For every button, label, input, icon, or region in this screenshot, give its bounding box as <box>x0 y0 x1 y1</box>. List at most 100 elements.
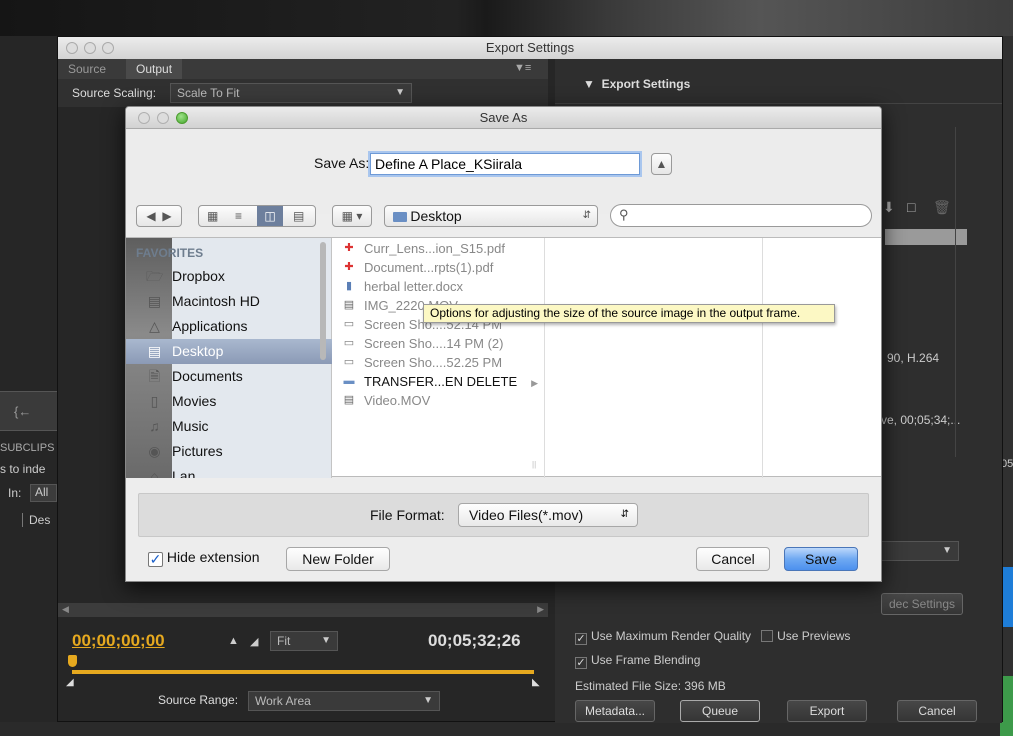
panel-menu-icon[interactable]: ▼≡ <box>514 62 531 74</box>
sidebar-scrollbar[interactable] <box>320 242 326 360</box>
frame-blending-option[interactable]: ✓ Use Frame Blending <box>575 653 700 669</box>
search-icon: ⚲ <box>619 207 629 222</box>
new-folder-button[interactable]: New Folder <box>286 547 390 571</box>
zoom-icon[interactable] <box>102 42 114 54</box>
filename-input[interactable]: Define A Place_KSiirala <box>370 153 640 175</box>
source-range-value: Work Area <box>255 694 311 708</box>
scroll-right-icon[interactable]: ▶ <box>537 604 544 615</box>
arrange-menu-button[interactable]: ▦ ▾ <box>332 205 372 227</box>
hide-extension-label: Hide extension <box>166 549 260 565</box>
cancel-button[interactable]: Cancel <box>696 547 770 571</box>
file-item[interactable]: ✚ Curr_Lens...ion_S15.pdf <box>342 240 505 257</box>
file-item[interactable]: ▭ Screen Sho....14 PM (2) <box>342 335 504 352</box>
file-name: Screen Sho....52.25 PM <box>364 355 503 370</box>
desktop-folder-icon <box>393 212 407 222</box>
work-area-bar[interactable] <box>72 670 534 674</box>
location-dropdown[interactable]: Desktop ⇵ <box>384 205 598 227</box>
folder-icon: ▬ <box>343 375 355 387</box>
set-out-point-icon[interactable]: ◢ <box>250 635 258 648</box>
sidebar-item-dropbox[interactable]: 🗁 Dropbox <box>126 264 332 289</box>
in-point-marker-icon[interactable]: ◢ <box>66 677 74 688</box>
subclips-label: SUBCLIPS <box>0 442 55 454</box>
close-icon[interactable] <box>138 112 150 124</box>
music-icon: ♫ <box>149 418 160 434</box>
step-back-icon[interactable]: {← <box>14 404 31 419</box>
save-preset-icon[interactable]: ⬇ <box>883 199 895 216</box>
sidebar-item-home[interactable]: ⌂ Lan... <box>126 464 332 478</box>
back-icon[interactable]: ◀ <box>146 209 155 223</box>
file-item[interactable]: ▤ Video.MOV <box>342 392 430 409</box>
folder-item[interactable]: ▬ TRANSFER...EN DELETE ▶ <box>342 373 539 390</box>
out-point-marker-icon[interactable]: ◣ <box>532 677 540 688</box>
save-as-label: Save As: <box>314 155 370 171</box>
fit-dropdown[interactable]: Fit ▼ <box>270 631 338 651</box>
checkbox-checked-icon: ✓ <box>575 633 587 645</box>
sidebar-item-label: Documents <box>172 368 243 384</box>
source-scaling-label: Source Scaling: <box>72 86 157 100</box>
file-format-bar: File Format: Video Files(*.mov) ⇵ <box>138 493 869 537</box>
sidebar-item-desktop[interactable]: ▤ Desktop <box>126 339 332 364</box>
pictures-icon: ◉ <box>148 443 161 459</box>
checkbox-checked-icon[interactable]: ✓ <box>148 552 163 567</box>
scroll-left-icon[interactable]: ◀ <box>62 604 69 615</box>
forward-icon[interactable]: ▶ <box>162 209 171 223</box>
horizontal-scrollbar[interactable]: ◀ ▶ <box>58 603 548 617</box>
metadata-button[interactable]: Metadata... <box>575 700 655 722</box>
tab-source[interactable]: Source <box>58 59 116 79</box>
view-mode-control[interactable]: ▦ ≡ ◫ ▤ <box>198 205 316 227</box>
sidebar-item-music[interactable]: ♫ Music <box>126 414 332 439</box>
column-view-icon[interactable]: ◫ <box>257 206 283 226</box>
video-dropdown[interactable]: ▼ <box>875 541 959 561</box>
sidebar-item-pictures[interactable]: ◉ Pictures <box>126 439 332 464</box>
export-settings-header[interactable]: ▼ Export Settings <box>583 77 690 91</box>
sidebar-item-movies[interactable]: ▯ Movies <box>126 389 332 414</box>
tab-output[interactable]: Output <box>126 59 183 79</box>
column-resize-icon[interactable]: || <box>532 460 536 469</box>
sidebar-item-label: Movies <box>172 393 217 409</box>
codec-settings-button[interactable]: dec Settings <box>881 593 963 615</box>
arrange-icon: ▦ ▾ <box>341 209 363 223</box>
chevron-up-icon: ▲ <box>655 157 668 171</box>
all-dropdown[interactable]: All <box>30 484 57 502</box>
save-button[interactable]: Save <box>784 547 858 571</box>
file-item[interactable]: ✚ Document...rpts(1).pdf <box>342 259 493 276</box>
file-item[interactable]: ▭ Screen Sho....52.25 PM <box>342 354 502 371</box>
back-forward-control[interactable]: ◀ ▶ <box>136 205 182 227</box>
playhead-icon[interactable] <box>68 655 77 667</box>
collapse-dialog-button[interactable]: ▲ <box>651 153 672 175</box>
coverflow-view-icon[interactable]: ▤ <box>293 206 304 226</box>
file-item[interactable]: ▮ herbal letter.docx <box>342 278 463 295</box>
timeline-track[interactable] <box>72 662 534 674</box>
sidebar-item-documents[interactable]: 🗎 Documents <box>126 364 332 389</box>
image-icon: ▭ <box>343 337 355 349</box>
list-view-icon[interactable]: ≡ <box>235 206 242 226</box>
source-scaling-dropdown[interactable]: Scale To Fit ▼ <box>170 83 412 103</box>
cancel-export-button[interactable]: Cancel <box>897 700 977 722</box>
source-range-dropdown[interactable]: Work Area ▼ <box>248 691 440 711</box>
chevron-down-icon: ▼ <box>321 635 331 646</box>
documents-icon: 🗎 <box>148 368 161 384</box>
search-field[interactable]: ⚲ <box>610 204 872 227</box>
save-as-name-row: Save As: Define A Place_KSiirala ▲ <box>126 129 881 214</box>
minimize-icon[interactable] <box>157 112 169 124</box>
delete-preset-icon[interactable]: 🗑 <box>933 199 951 216</box>
minimize-icon[interactable] <box>84 42 96 54</box>
import-preset-icon[interactable]: □ <box>907 199 915 215</box>
icon-view-icon[interactable]: ▦ <box>207 206 218 226</box>
file-format-dropdown[interactable]: Video Files(*.mov) ⇵ <box>458 503 638 527</box>
file-name: Curr_Lens...ion_S15.pdf <box>364 241 505 256</box>
max-render-quality-option[interactable]: ✓ Use Maximum Render Quality Use Previews <box>575 629 850 645</box>
estimated-file-size: Estimated File Size: 396 MB <box>575 679 726 693</box>
file-name: TRANSFER...EN DELETE <box>364 374 518 389</box>
hide-extension-option[interactable]: ✓ Hide extension <box>148 549 260 567</box>
close-icon[interactable] <box>66 42 78 54</box>
sidebar-item-applications[interactable]: △ Applications <box>126 314 332 339</box>
sidebar-item-macintosh-hd[interactable]: ▤ Macintosh HD <box>126 289 332 314</box>
zoom-icon[interactable] <box>176 112 188 124</box>
queue-button[interactable]: Queue <box>680 700 760 722</box>
background-app-titlebar <box>0 0 1013 36</box>
set-in-point-icon[interactable]: ▲ <box>228 635 239 647</box>
export-button[interactable]: Export <box>787 700 867 722</box>
checkbox-unchecked-icon[interactable] <box>761 630 774 642</box>
current-timecode[interactable]: 00;00;00;00 <box>72 631 165 651</box>
